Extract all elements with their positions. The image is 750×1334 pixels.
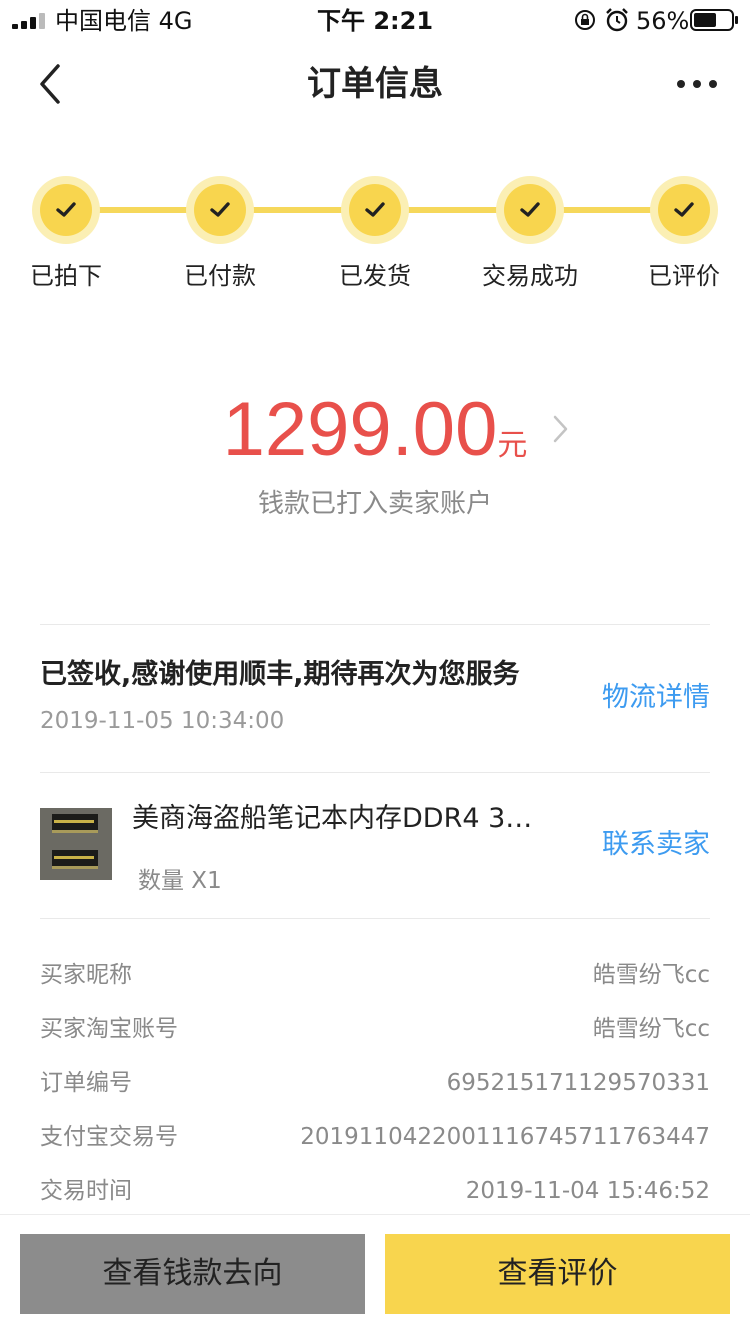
info-value: 皓雪纷飞cc bbox=[592, 1016, 710, 1042]
info-row-order-number: 订单编号 695215171129570331 bbox=[40, 1065, 710, 1101]
product-quantity: 数量 X1 bbox=[138, 868, 222, 894]
info-value: 皓雪纷飞cc bbox=[592, 962, 710, 988]
step-3-indicator bbox=[341, 176, 409, 244]
step-1-label: 已拍下 bbox=[30, 262, 102, 290]
logistics-status: 已签收,感谢使用顺丰,期待再次为您服务 bbox=[40, 659, 520, 690]
info-value: 2019110422001116745711763447 bbox=[300, 1124, 710, 1150]
step-5-label: 已评价 bbox=[648, 262, 720, 290]
check-icon bbox=[674, 202, 694, 217]
step-4-indicator bbox=[496, 176, 564, 244]
divider bbox=[40, 624, 710, 625]
logistics-details-link[interactable]: 物流详情 bbox=[602, 679, 710, 717]
divider bbox=[40, 918, 710, 919]
step-5-indicator bbox=[650, 176, 718, 244]
page-title: 订单信息 bbox=[307, 64, 443, 104]
logistics-time: 2019-11-05 10:34:00 bbox=[40, 708, 285, 734]
view-review-button[interactable]: 查看评价 bbox=[385, 1234, 730, 1314]
chevron-right-icon[interactable] bbox=[552, 414, 570, 444]
info-row-buyer-account: 买家淘宝账号 皓雪纷飞cc bbox=[40, 1011, 710, 1047]
view-funds-flow-button[interactable]: 查看钱款去向 bbox=[20, 1234, 365, 1314]
info-value: 2019-11-04 15:46:52 bbox=[465, 1178, 710, 1204]
check-icon bbox=[210, 202, 230, 217]
info-value: 695215171129570331 bbox=[446, 1070, 710, 1096]
payout-status: 钱款已打入卖家账户 bbox=[257, 489, 492, 519]
product-image[interactable] bbox=[40, 808, 112, 880]
rotation-lock-icon bbox=[575, 10, 595, 30]
step-3-label: 已发货 bbox=[339, 262, 411, 290]
info-key: 买家昵称 bbox=[40, 962, 132, 988]
step-4-label: 交易成功 bbox=[482, 262, 578, 290]
info-row-alipay-trade-number: 支付宝交易号 2019110422001116745711763447 bbox=[40, 1119, 710, 1155]
divider bbox=[40, 772, 710, 773]
battery-percent: 56% bbox=[636, 7, 690, 35]
amount-value: 1299.00 bbox=[222, 387, 498, 472]
order-amount[interactable]: 1299.00元 bbox=[0, 388, 750, 472]
check-icon bbox=[56, 202, 76, 217]
info-key: 支付宝交易号 bbox=[40, 1124, 178, 1150]
more-icon[interactable] bbox=[672, 72, 722, 96]
info-key: 买家淘宝账号 bbox=[40, 1016, 178, 1042]
alarm-icon bbox=[606, 8, 628, 32]
info-key: 订单编号 bbox=[40, 1070, 132, 1096]
check-icon bbox=[365, 202, 385, 217]
battery-icon bbox=[690, 9, 738, 31]
memory-stick-image bbox=[40, 808, 112, 880]
amount-currency: 元 bbox=[497, 428, 528, 463]
product-title[interactable]: 美商海盗船笔记本内存DDR4 3… bbox=[132, 800, 532, 838]
contact-seller-link[interactable]: 联系卖家 bbox=[602, 826, 710, 864]
info-key: 交易时间 bbox=[40, 1178, 132, 1204]
info-row-trade-time: 交易时间 2019-11-04 15:46:52 bbox=[40, 1173, 710, 1209]
check-icon bbox=[520, 202, 540, 217]
step-2-label: 已付款 bbox=[184, 262, 256, 290]
status-bar: 中国电信 4G 下午 2:21 56% bbox=[0, 0, 750, 40]
info-row-buyer-nickname: 买家昵称 皓雪纷飞cc bbox=[40, 957, 710, 993]
step-1-indicator bbox=[32, 176, 100, 244]
step-2-indicator bbox=[186, 176, 254, 244]
